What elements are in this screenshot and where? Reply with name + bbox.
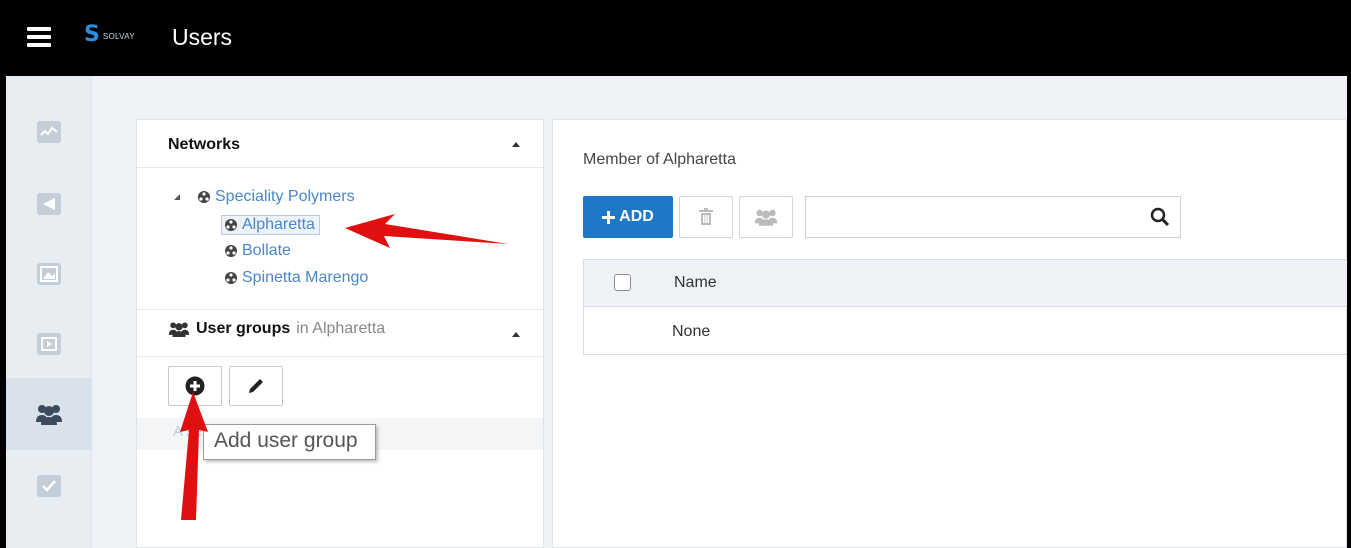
rail-item-tasks[interactable] (6, 450, 92, 522)
frame-left-edge (0, 0, 6, 548)
tree-node-bollate[interactable]: Bollate (224, 242, 291, 260)
add-user-group-tooltip: Add user group (203, 424, 376, 460)
pencil-icon (249, 379, 263, 393)
search-icon[interactable] (1150, 207, 1170, 227)
tree-node-label: Alpharetta (242, 216, 315, 233)
group-members-button[interactable] (739, 196, 793, 238)
media-icon (37, 333, 61, 355)
hamburger-menu-icon[interactable] (27, 27, 51, 47)
member-of-heading: Member of Alpharetta (583, 151, 736, 168)
collapse-user-groups-icon[interactable] (512, 332, 520, 337)
add-user-group-button[interactable] (168, 366, 222, 406)
add-member-label: ADD (619, 208, 654, 225)
tree-node-spinetta-marengo[interactable]: Spinetta Marengo (224, 269, 368, 287)
slides-icon (37, 193, 61, 215)
left-rail (6, 76, 92, 548)
members-panel: Member of Alpharetta ADD Name None (552, 119, 1349, 548)
tree-node-alpharetta[interactable]: Alpharetta (221, 215, 320, 235)
user-groups-context: in Alpharetta (296, 320, 386, 337)
tree-node-speciality-polymers[interactable]: Speciality Polymers (197, 188, 355, 206)
rail-item-slides[interactable] (6, 168, 92, 240)
collapse-networks-icon[interactable] (512, 142, 520, 147)
top-bar: S SOLVAY Users (0, 0, 1351, 76)
logo-mark: S (84, 22, 100, 47)
members-table: Name None (583, 259, 1349, 355)
network-node-icon (225, 219, 237, 231)
delete-member-button[interactable] (679, 196, 733, 238)
solvay-logo[interactable]: S SOLVAY (84, 24, 135, 46)
frame-right-edge (1347, 0, 1351, 548)
rail-item-dashboard[interactable] (6, 96, 92, 168)
user-groups-label: User groups (196, 320, 291, 337)
networks-panel: Networks Speciality Polymers Alpharetta … (136, 119, 544, 548)
rail-item-media[interactable] (6, 308, 92, 380)
user-group-icon (168, 322, 190, 337)
edit-user-group-button[interactable] (229, 366, 283, 406)
networks-header[interactable]: Networks (137, 120, 543, 168)
add-member-button[interactable]: ADD (583, 196, 673, 238)
plus-icon (602, 210, 616, 224)
tree-node-label: Speciality Polymers (215, 188, 355, 205)
tree-node-label: Spinetta Marengo (242, 269, 369, 286)
network-node-icon (225, 245, 237, 257)
column-header-name[interactable]: Name (674, 274, 717, 292)
page-title: Users (172, 24, 233, 50)
trash-icon (699, 208, 713, 225)
image-icon (37, 263, 61, 285)
networks-title: Networks (168, 136, 241, 153)
user-groups-title: User groups in Alpharetta (168, 320, 385, 338)
tree-node-label: Bollate (242, 242, 291, 259)
logo-brand: SOLVAY (102, 31, 135, 41)
plus-circle-icon (185, 376, 205, 396)
network-node-icon (225, 272, 237, 284)
activity-chart-icon (37, 121, 61, 143)
users-icon (754, 209, 778, 226)
table-empty-value: None (672, 323, 711, 340)
member-search (805, 196, 1181, 238)
rail-item-images[interactable] (6, 238, 92, 310)
tree-collapse-icon[interactable] (174, 194, 180, 200)
users-icon (36, 405, 62, 425)
members-table-header: Name (584, 260, 1349, 307)
rail-item-users[interactable] (6, 378, 92, 450)
checkbox-icon (37, 475, 61, 497)
select-all-checkbox[interactable] (614, 274, 631, 291)
network-node-icon (198, 191, 210, 203)
member-search-input[interactable] (806, 197, 1136, 235)
